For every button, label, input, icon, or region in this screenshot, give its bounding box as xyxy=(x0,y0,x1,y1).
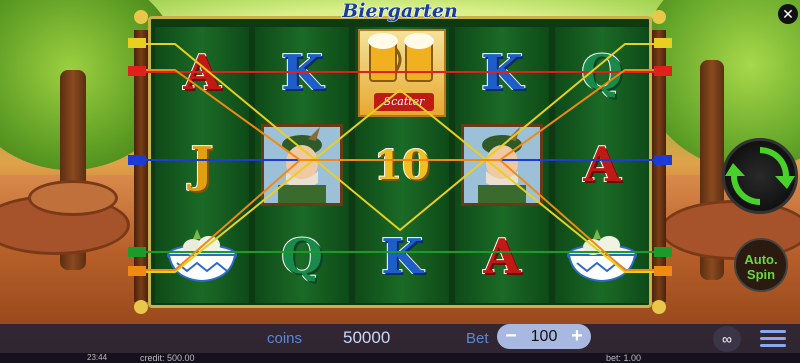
hunter-portrait-icon xyxy=(461,124,543,206)
symbol-cell: Q xyxy=(255,211,349,303)
infinity-button[interactable]: ∞ xyxy=(713,326,741,352)
pole-left xyxy=(134,30,148,302)
clock: 23:44 xyxy=(87,353,108,362)
reel-2: K Q xyxy=(255,27,349,303)
bet-increase-button[interactable]: + xyxy=(567,324,587,349)
symbol-cell: J xyxy=(155,119,249,211)
autospin-button[interactable]: Auto. Spin xyxy=(734,238,788,292)
symbol-letter: K xyxy=(280,44,324,102)
symbol-cell xyxy=(155,211,249,303)
pole-cap-left-bottom xyxy=(134,300,148,314)
reel-5: Q A xyxy=(555,27,649,303)
symbol-letter: A xyxy=(582,136,621,194)
symbol-cell: Scatter xyxy=(355,27,449,119)
reel-frame: A J K Q Scatter 10 K K A Q A xyxy=(148,16,652,308)
spin-arrows-icon xyxy=(725,147,795,205)
scatter-beer-icon: Scatter xyxy=(358,29,446,117)
bet-label: Bet xyxy=(466,330,489,347)
symbol-cell: A xyxy=(155,27,249,119)
menu-bar-icon xyxy=(760,337,786,340)
symbol-letter: 10 xyxy=(373,141,431,190)
bet-value: 100 xyxy=(530,328,558,345)
menu-button[interactable] xyxy=(760,326,786,350)
coins-value: 50000 xyxy=(343,328,391,347)
pole-cap-right-bottom xyxy=(652,300,666,314)
pretzel-bowl-icon xyxy=(167,229,237,283)
pole-right xyxy=(652,30,666,302)
spin-button[interactable] xyxy=(722,138,798,214)
reel-4: K A xyxy=(455,27,549,303)
symbol-letter: K xyxy=(380,228,424,286)
symbol-cell xyxy=(255,119,349,211)
symbol-letter: J xyxy=(190,136,215,194)
reel-3: Scatter 10 K xyxy=(355,27,449,303)
scatter-label: Scatter xyxy=(374,93,434,111)
close-button[interactable]: ✕ xyxy=(778,4,798,24)
symbol-cell: K xyxy=(255,27,349,119)
pretzel-bowl-icon xyxy=(567,229,637,283)
bet-stepper: − 100 + xyxy=(497,324,591,349)
symbol-cell xyxy=(555,211,649,303)
symbol-cell: 10 xyxy=(355,119,449,211)
menu-bar-icon xyxy=(760,330,786,333)
symbol-letter: K xyxy=(480,44,524,102)
bet-decrease-button[interactable]: − xyxy=(501,324,521,349)
symbol-cell: A xyxy=(555,119,649,211)
symbol-cell: Q xyxy=(555,27,649,119)
symbol-cell: K xyxy=(355,211,449,303)
coins-label: coins xyxy=(267,330,303,347)
reel-1: A J xyxy=(155,27,249,303)
info-strip xyxy=(0,353,800,363)
symbol-letter: Q xyxy=(280,228,324,286)
game-logo: Biergarten xyxy=(342,0,459,23)
symbol-letter: A xyxy=(482,228,521,286)
beer-table-left-small xyxy=(28,180,118,216)
symbol-letter: A xyxy=(182,44,221,102)
symbol-cell: A xyxy=(455,211,549,303)
bet-info-text: bet: 1.00 xyxy=(606,353,642,363)
credit-text: credit: 500.00 xyxy=(140,353,195,363)
menu-bar-icon xyxy=(760,344,786,347)
symbol-letter: Q xyxy=(580,44,624,102)
symbol-cell xyxy=(455,119,549,211)
pole-cap-left xyxy=(134,10,148,24)
pole-cap-right xyxy=(652,10,666,24)
hunter-portrait-icon xyxy=(261,124,343,206)
symbol-cell: K xyxy=(455,27,549,119)
